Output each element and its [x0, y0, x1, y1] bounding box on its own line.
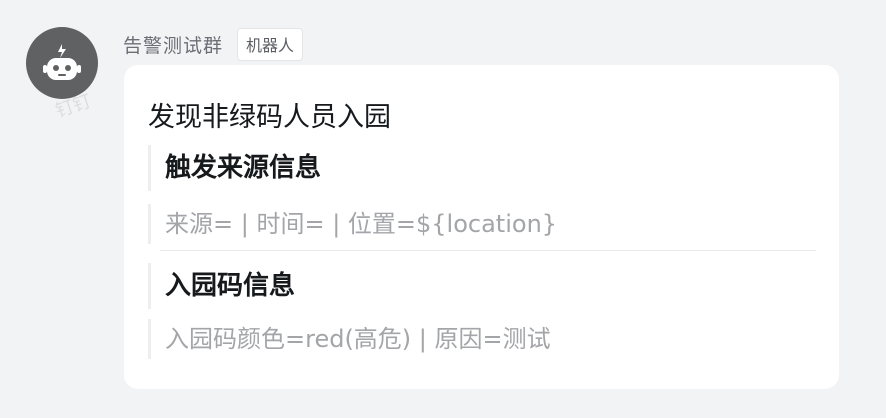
section-heading-trigger-source: 触发来源信息	[148, 145, 321, 191]
sender-info: 告警测试群 机器人	[123, 28, 304, 61]
divider	[160, 250, 816, 251]
section-text-trigger-source: 来源= | 时间= | 位置=${location}	[148, 204, 557, 244]
robot-badge: 机器人	[237, 28, 304, 61]
robot-icon	[43, 44, 81, 80]
sender-name[interactable]: 告警测试群	[123, 31, 223, 58]
section-heading-entry-code: 入园码信息	[148, 263, 295, 309]
section-text-entry-code: 入园码颜色=red(高危) | 原因=测试	[148, 319, 551, 359]
avatar[interactable]	[26, 27, 98, 99]
card-title: 发现非绿码人员入园	[148, 102, 391, 133]
message-card[interactable]: 发现非绿码人员入园 触发来源信息 来源= | 时间= | 位置=${locati…	[124, 65, 839, 389]
